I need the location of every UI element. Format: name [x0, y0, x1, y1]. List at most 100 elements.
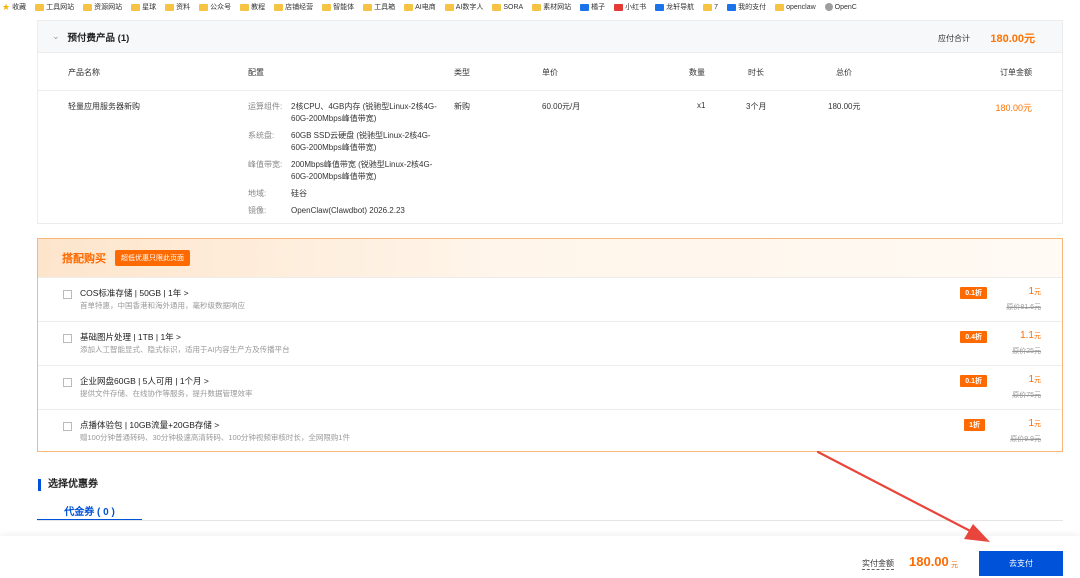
chevron-down-icon[interactable]: ⌄: [52, 31, 60, 42]
bookmark-label: 资料: [176, 4, 191, 11]
addon-checkbox[interactable]: [63, 290, 72, 299]
discount-badge: 0.4折: [960, 331, 987, 343]
bookmark-item[interactable]: 店铺经营: [274, 2, 313, 12]
bookmark-item[interactable]: 教程: [240, 2, 265, 12]
site-icon: [727, 3, 737, 11]
bookmark-label: 星球: [142, 4, 157, 11]
bookmark-label: 收藏: [12, 4, 27, 11]
bookmark-item[interactable]: 龙轩导航: [655, 2, 694, 12]
bookmark-item[interactable]: AI电商: [404, 2, 436, 12]
bookmark-item[interactable]: 小红书: [614, 2, 646, 12]
product-type: 新购: [454, 102, 470, 111]
addon-panel: 搭配购买 超低优惠只限此页面 COS标准存储 | 50GB | 1年 > 首单特惠…: [37, 238, 1063, 452]
bookmark-label: 橘子: [591, 4, 606, 11]
site-icon: [655, 3, 665, 11]
addon-name[interactable]: 企业网盘60GB | 5人可用 | 1个月 >: [80, 375, 209, 387]
folder-icon: [444, 3, 454, 11]
discount-badge: 0.1折: [960, 375, 987, 387]
xiaohongshu-icon: [614, 3, 624, 11]
total-label: 应付合计: [938, 34, 970, 43]
promo-badge: 超低优惠只限此页面: [115, 250, 190, 266]
addon-item: COS标准存储 | 50GB | 1年 > 首单特惠，中国香港和海外通用，毫秒级数…: [38, 277, 1062, 321]
folder-icon: [703, 3, 713, 11]
bookmark-item[interactable]: ★ 收藏: [2, 2, 26, 13]
addon-original-price: 原价81.6元: [1006, 304, 1041, 311]
config-item: 运算组件: 2核CPU、4GB内存 (锐驰型Linux-2核4G-60G-200M…: [248, 101, 448, 125]
bookmark-label: SORA: [503, 3, 524, 11]
bookmark-label: openclaw: [786, 3, 816, 11]
addon-checkbox[interactable]: [63, 334, 72, 343]
table-header: 产品名称 配置 类型 单价 数量 时长 总价 订单金额: [38, 67, 1062, 79]
bookmark-item[interactable]: 资源网站: [83, 2, 122, 12]
addon-checkbox[interactable]: [63, 422, 72, 431]
discount-badge: 1折: [964, 419, 985, 431]
bookmark-item[interactable]: 7: [703, 3, 718, 11]
bookmark-item[interactable]: 星球: [131, 2, 156, 12]
config-value: 2核CPU、4GB内存 (锐驰型Linux-2核4G-60G-200Mbps峰值…: [291, 102, 437, 123]
bookmarks-bar: ★ 收藏 工具网站 资源网站 星球 资料 公众号 教程 店铺经营 智能体 工具箱 AI电商 AI数字人 S…: [0, 0, 1080, 14]
bookmark-item[interactable]: SORA: [492, 3, 524, 11]
bookmark-label: 店铺经营: [285, 4, 314, 11]
pay-button[interactable]: 去支付: [979, 551, 1063, 576]
col-config: 配置: [248, 68, 264, 77]
paid-amount-label[interactable]: 实付金额: [862, 558, 894, 570]
addon-checkbox[interactable]: [63, 378, 72, 387]
bookmark-item[interactable]: 工具箱: [363, 2, 395, 12]
bookmark-item[interactable]: 智能体: [322, 2, 354, 12]
config-value: OpenClaw(Clawdbot) 2026.2.23: [291, 206, 405, 215]
paid-amount-value: 180.00: [909, 554, 949, 569]
addon-title: 搭配购买: [62, 253, 106, 265]
folder-icon: [274, 3, 284, 11]
prepaid-product-header[interactable]: ⌄ 预付费产品 (1) 应付合计 180.00元: [38, 21, 1062, 53]
folder-icon: [775, 3, 785, 11]
bookmark-item[interactable]: 工具网站: [35, 2, 74, 12]
unit-price: 60.00元/月: [542, 102, 581, 111]
addon-original-price: 原价25元: [1012, 348, 1041, 355]
bookmark-label: 资源网站: [94, 4, 123, 11]
config-key: 镜像:: [248, 206, 267, 215]
bookmark-label: 智能体: [333, 4, 355, 11]
col-duration: 时长: [748, 68, 764, 77]
config-list: 运算组件: 2核CPU、4GB内存 (锐驰型Linux-2核4G-60G-200M…: [248, 101, 448, 222]
order-amount: 180.00元: [995, 103, 1032, 113]
folder-icon: [83, 3, 93, 11]
bookmark-item[interactable]: 公众号: [199, 2, 231, 12]
col-unit-price: 单价: [542, 68, 558, 77]
bookmark-item[interactable]: OpenC: [824, 3, 857, 11]
bookmark-label: 小红书: [625, 4, 647, 11]
addon-original-price: 原价75元: [1012, 392, 1041, 399]
config-item: 系统盘: 60GB SSD云硬盘 (锐驰型Linux-2核4G-60G-200Mb…: [248, 130, 448, 154]
addon-name[interactable]: 点播体验包 | 10GB流量+20GB存储 >: [80, 419, 219, 431]
paid-amount-unit: 元: [951, 562, 958, 569]
addon-header: 搭配购买 超低优惠只限此页面: [38, 239, 1062, 277]
addon-price-unit: 元: [1034, 377, 1041, 384]
bookmark-item[interactable]: 素材网站: [532, 2, 571, 12]
addon-item: 点播体验包 | 10GB流量+20GB存储 > 赠100分钟普通转码、30分钟极速…: [38, 409, 1062, 453]
bookmark-label: 公众号: [210, 4, 232, 11]
addon-name[interactable]: 基础图片处理 | 1TB | 1年 >: [80, 331, 181, 343]
tab-divider: [37, 520, 1063, 521]
bookmark-label: 工具网站: [46, 4, 75, 11]
col-qty: 数量: [689, 68, 705, 77]
config-key: 峰值带宽:: [248, 160, 283, 169]
col-total: 总价: [836, 68, 852, 77]
bookmark-item[interactable]: 橘子: [580, 2, 605, 12]
bookmark-label: 素材网站: [543, 4, 572, 11]
addon-price: 1元: [1028, 418, 1041, 429]
bookmark-item[interactable]: openclaw: [775, 3, 816, 11]
col-product-name: 产品名称: [68, 68, 100, 77]
folder-icon: [199, 3, 209, 11]
folder-icon: [492, 3, 502, 11]
bookmark-item[interactable]: AI数字人: [444, 2, 483, 12]
addon-price: 1元: [1028, 286, 1041, 297]
addon-price-unit: 元: [1034, 421, 1041, 428]
addon-price: 1.1元: [1020, 330, 1041, 341]
addon-desc: 赠100分钟普通转码、30分钟极速高清转码、100分钟视频审核时长，全网限购1件: [80, 433, 351, 442]
tab-voucher[interactable]: 代金券 ( 0 ): [37, 503, 142, 521]
coupon-section-title: 选择优惠券: [38, 479, 98, 491]
addon-name[interactable]: COS标准存储 | 50GB | 1年 >: [80, 287, 189, 299]
bookmark-item[interactable]: 我的支付: [727, 2, 766, 12]
bookmark-item[interactable]: 资料: [165, 2, 190, 12]
product-name: 轻量应用服务器新购: [68, 102, 140, 111]
addon-item: 企业网盘60GB | 5人可用 | 1个月 > 提供文件存储、在线协作等服务，提升…: [38, 365, 1062, 409]
